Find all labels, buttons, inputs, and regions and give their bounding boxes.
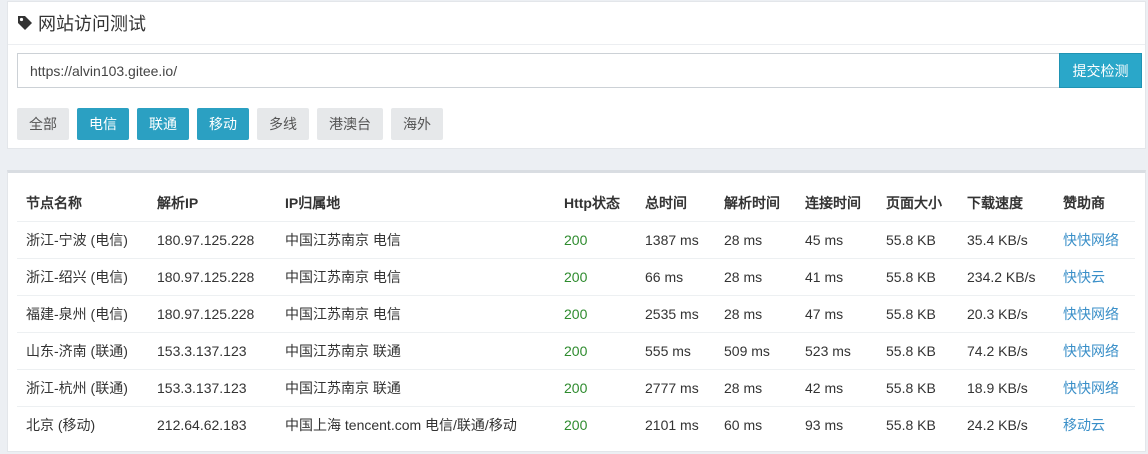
cell-total-time: 2535 ms xyxy=(636,295,715,333)
isp-filter-group: 全部 电信 联通 移动 多线 港澳台 海外 xyxy=(17,108,443,140)
cell-connect-time: 45 ms xyxy=(796,221,877,259)
cell-connect-time: 93 ms xyxy=(805,417,844,433)
table-row: 山东-济南 (联通) 153.3.137.123 中国江苏南京 联通 200 5… xyxy=(17,332,1135,370)
cell-status: 200 xyxy=(564,417,588,433)
cell-node: 浙江-宁波 (电信) xyxy=(17,221,148,259)
sponsor-link[interactable]: 快快网络 xyxy=(1054,221,1135,259)
cell-resolve-time: 509 ms xyxy=(715,332,796,370)
cell-node: 北京 (移动) xyxy=(26,417,96,433)
sponsor-link[interactable]: 快快云 xyxy=(1054,258,1135,296)
cell-total-time: 2101 ms xyxy=(645,417,699,433)
sponsor-link[interactable]: 移动云 xyxy=(1054,407,1135,444)
table-row: 浙江-宁波 (电信) 180.97.125.228 中国江苏南京 电信 200 … xyxy=(17,221,1135,259)
cell-location: 中国江苏南京 联通 xyxy=(276,369,555,407)
cell-resolve-time: 28 ms xyxy=(715,295,796,333)
filter-multiline-button[interactable]: 多线 xyxy=(257,108,309,140)
results-panel: 节点名称 解析IP IP归属地 Http状态 总时间 解析时间 连接时间 页面大… xyxy=(7,170,1146,452)
cell-download-speed: 24.2 KB/s xyxy=(967,417,1028,433)
cell-ip: 180.97.125.228 xyxy=(148,295,276,333)
cell-location: 中国江苏南京 联通 xyxy=(276,332,555,370)
url-row: 提交检测 xyxy=(17,53,1142,88)
filter-overseas-button[interactable]: 海外 xyxy=(391,108,443,140)
col-http-status: Http状态 xyxy=(555,185,636,222)
cell-download-speed: 234.2 KB/s xyxy=(958,258,1054,296)
col-resolve-time: 解析时间 xyxy=(715,185,796,222)
cell-page-size: 55.8 KB xyxy=(877,369,958,407)
cell-page-size: 55.8 KB xyxy=(886,417,936,433)
col-connect-time: 连接时间 xyxy=(796,185,877,222)
cell-page-size: 55.8 KB xyxy=(877,332,958,370)
cell-node: 浙江-绍兴 (电信) xyxy=(17,258,148,296)
cell-connect-time: 47 ms xyxy=(796,295,877,333)
panel-header: 网站访问测试 xyxy=(8,2,1145,45)
submit-check-button[interactable]: 提交检测 xyxy=(1059,53,1142,88)
cell-download-speed: 20.3 KB/s xyxy=(958,295,1054,333)
col-resolved-ip: 解析IP xyxy=(148,185,276,222)
cell-status: 200 xyxy=(555,221,636,259)
cell-page-size: 55.8 KB xyxy=(877,221,958,259)
cell-location: 中国江苏南京 电信 xyxy=(276,295,555,333)
cell-download-speed: 35.4 KB/s xyxy=(958,221,1054,259)
cell-total-time: 1387 ms xyxy=(636,221,715,259)
cell-download-speed: 18.9 KB/s xyxy=(958,369,1054,407)
col-sponsor: 赞助商 xyxy=(1054,185,1135,222)
table-row: 浙江-杭州 (联通) 153.3.137.123 中国江苏南京 联通 200 2… xyxy=(17,369,1135,407)
table-row: 浙江-绍兴 (电信) 180.97.125.228 中国江苏南京 电信 200 … xyxy=(17,258,1135,296)
test-form-panel: 网站访问测试 提交检测 全部 电信 联通 移动 多线 港澳台 海外 xyxy=(7,1,1146,149)
filter-all-button[interactable]: 全部 xyxy=(17,108,69,140)
table-row: 福建-泉州 (电信) 180.97.125.228 中国江苏南京 电信 200 … xyxy=(17,295,1135,333)
cell-location: 中国江苏南京 电信 xyxy=(276,258,555,296)
cell-page-size: 55.8 KB xyxy=(877,295,958,333)
table-header-row: 节点名称 解析IP IP归属地 Http状态 总时间 解析时间 连接时间 页面大… xyxy=(17,185,1135,222)
filter-unicom-button[interactable]: 联通 xyxy=(137,108,189,140)
sponsor-link[interactable]: 快快网络 xyxy=(1054,332,1135,370)
cell-total-time: 66 ms xyxy=(636,258,715,296)
cell-ip: 153.3.137.123 xyxy=(148,332,276,370)
cell-location: 中国江苏南京 电信 xyxy=(276,221,555,259)
cell-total-time: 555 ms xyxy=(636,332,715,370)
col-ip-location: IP归属地 xyxy=(276,185,555,222)
col-total-time: 总时间 xyxy=(636,185,715,222)
cell-download-speed: 74.2 KB/s xyxy=(958,332,1054,370)
cell-resolve-time: 60 ms xyxy=(724,417,763,433)
cell-connect-time: 41 ms xyxy=(796,258,877,296)
col-page-size: 页面大小 xyxy=(877,185,958,222)
cell-ip: 153.3.137.123 xyxy=(148,369,276,407)
filter-mobile-button[interactable]: 移动 xyxy=(197,108,249,140)
sponsor-link[interactable]: 快快网络 xyxy=(1054,369,1135,407)
col-download-speed: 下载速度 xyxy=(958,185,1054,222)
filter-hk-macau-tw-button[interactable]: 港澳台 xyxy=(317,108,383,140)
cell-status: 200 xyxy=(555,369,636,407)
cell-page-size: 55.8 KB xyxy=(877,258,958,296)
col-node: 节点名称 xyxy=(17,185,148,222)
cell-connect-time: 523 ms xyxy=(796,332,877,370)
cell-location: 中国上海 tencent.com 电信/联通/移动 xyxy=(285,417,517,433)
cell-status: 200 xyxy=(555,258,636,296)
cell-connect-time: 42 ms xyxy=(796,369,877,407)
cell-resolve-time: 28 ms xyxy=(715,258,796,296)
cell-ip: 180.97.125.228 xyxy=(148,258,276,296)
cell-resolve-time: 28 ms xyxy=(715,369,796,407)
cell-ip: 212.64.62.183 xyxy=(157,417,247,433)
cell-node: 山东-济南 (联通) xyxy=(17,332,148,370)
cell-node: 浙江-杭州 (联通) xyxy=(17,369,148,407)
tag-icon xyxy=(18,16,32,30)
table-row: 北京 (移动) 212.64.62.183 中国上海 tencent.com 电… xyxy=(17,407,1135,444)
filter-telecom-button[interactable]: 电信 xyxy=(77,108,129,140)
cell-resolve-time: 28 ms xyxy=(715,221,796,259)
page-title: 网站访问测试 xyxy=(38,14,146,34)
results-table: 节点名称 解析IP IP归属地 Http状态 总时间 解析时间 连接时间 页面大… xyxy=(17,185,1135,443)
cell-ip: 180.97.125.228 xyxy=(148,221,276,259)
cell-total-time: 2777 ms xyxy=(636,369,715,407)
url-input[interactable] xyxy=(17,53,1059,88)
cell-node: 福建-泉州 (电信) xyxy=(17,295,148,333)
sponsor-link[interactable]: 快快网络 xyxy=(1054,295,1135,333)
cell-status: 200 xyxy=(555,332,636,370)
cell-status: 200 xyxy=(555,295,636,333)
